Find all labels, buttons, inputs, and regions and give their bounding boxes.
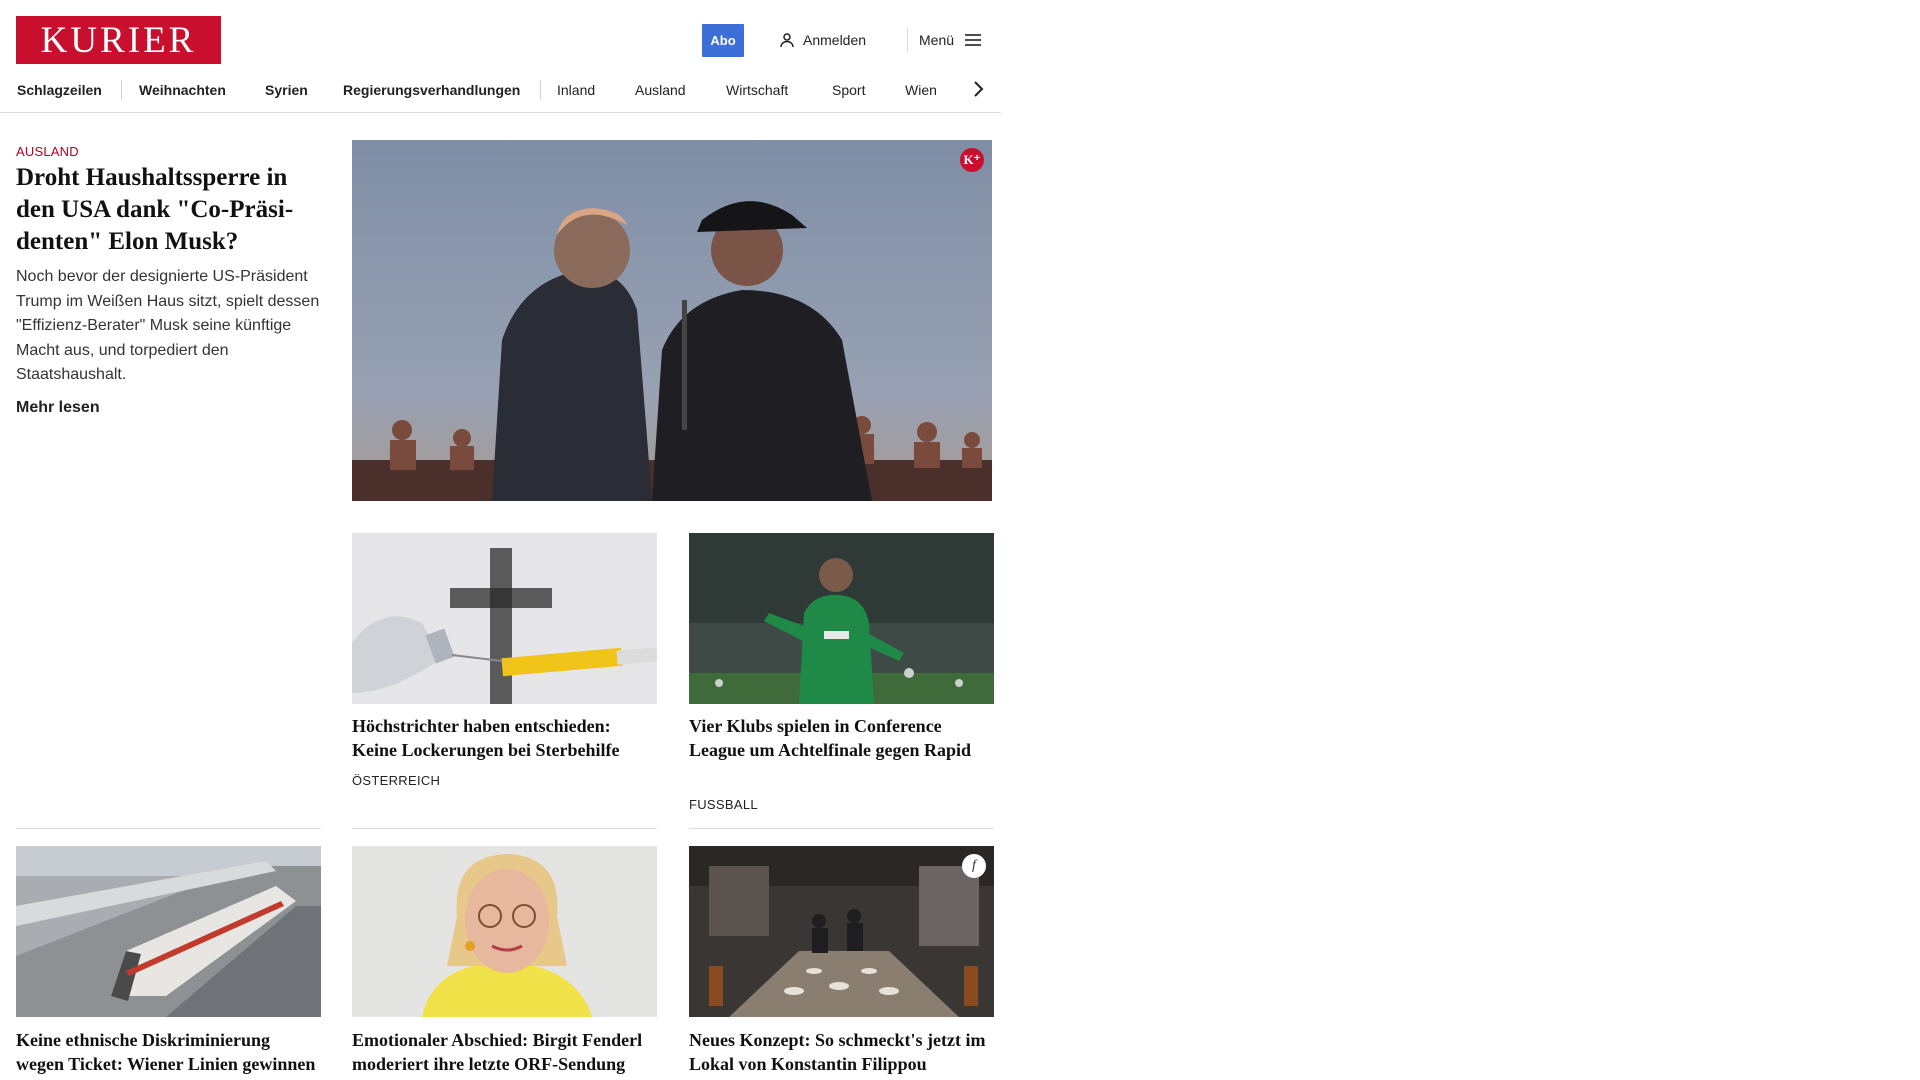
kurier-plus-icon: K⁺	[960, 148, 984, 172]
freizeit-icon: f	[962, 854, 986, 878]
card-image-rapid[interactable]	[689, 533, 994, 704]
menu-button[interactable]: Menü	[919, 29, 982, 51]
hamburger-icon	[965, 34, 982, 46]
nav-item-inland[interactable]: Inland	[557, 80, 595, 100]
page: KURIER Abo Anmelden Menü Schlagzeilen We…	[0, 0, 1001, 1080]
nav-item-wirtschaft[interactable]: Wirtschaft	[726, 80, 788, 100]
section-divider	[352, 828, 657, 829]
header-divider	[907, 28, 908, 52]
card-headline[interactable]: Vier Klubs spielen in Conference League …	[689, 714, 991, 762]
nav-item-schlagzeilen[interactable]: Schlagzeilen	[17, 80, 102, 100]
card-image-wiener-linien[interactable]	[16, 846, 321, 1017]
lead-image[interactable]	[352, 140, 992, 501]
card-image-fenderl[interactable]	[352, 846, 657, 1017]
card-kicker[interactable]: ÖSTERREICH	[352, 773, 440, 788]
card-headline[interactable]: Neues Konzept: So schmeckt's jetzt im Lo…	[689, 1028, 991, 1076]
menu-label: Menü	[919, 32, 955, 48]
card-kicker[interactable]: FUSSBALL	[689, 797, 758, 812]
card-image-sterbehilfe[interactable]	[352, 533, 657, 704]
nav-item-regierungsverhandlungen[interactable]: Regierungsverhandlungen	[343, 80, 520, 100]
user-icon	[780, 33, 794, 48]
card-headline[interactable]: Emotionaler Abschied: Birgit Fen­derl mo…	[352, 1028, 654, 1076]
logo-text: KURIER	[40, 19, 197, 61]
kurier-logo[interactable]: KURIER	[16, 16, 221, 64]
card-image-filippou[interactable]	[689, 846, 994, 1017]
category-nav: Schlagzeilen Weihnachten Syrien Regierun…	[0, 72, 1001, 113]
nav-item-weihnachten[interactable]: Weihnachten	[139, 80, 226, 100]
chevron-right-icon	[974, 81, 984, 97]
lead-kicker[interactable]: AUSLAND	[16, 144, 79, 159]
lead-teaser: Noch bevor der designierte US-Präsident …	[16, 268, 320, 383]
read-more-link[interactable]: Mehr lesen	[16, 399, 100, 417]
section-divider	[689, 828, 994, 829]
nav-next-button[interactable]	[966, 77, 990, 101]
login-label: Anmelden	[803, 32, 867, 48]
lead-headline[interactable]: Droht Haushaltssperre in den USA dank "C…	[16, 162, 326, 258]
section-divider	[16, 828, 321, 829]
login-button[interactable]: Anmelden	[779, 29, 866, 51]
nav-divider	[540, 80, 541, 100]
nav-divider	[121, 80, 122, 100]
nav-item-syrien[interactable]: Syrien	[265, 80, 308, 100]
nav-item-wien[interactable]: Wien	[905, 80, 937, 100]
nav-item-sport[interactable]: Sport	[832, 80, 865, 100]
abo-button[interactable]: Abo	[702, 24, 744, 57]
nav-item-ausland[interactable]: Ausland	[635, 80, 686, 100]
card-headline[interactable]: Keine ethnische Diskriminierung wegen Ti…	[16, 1028, 318, 1080]
card-headline[interactable]: Höchstrichter haben entschieden: Keine L…	[352, 714, 654, 762]
